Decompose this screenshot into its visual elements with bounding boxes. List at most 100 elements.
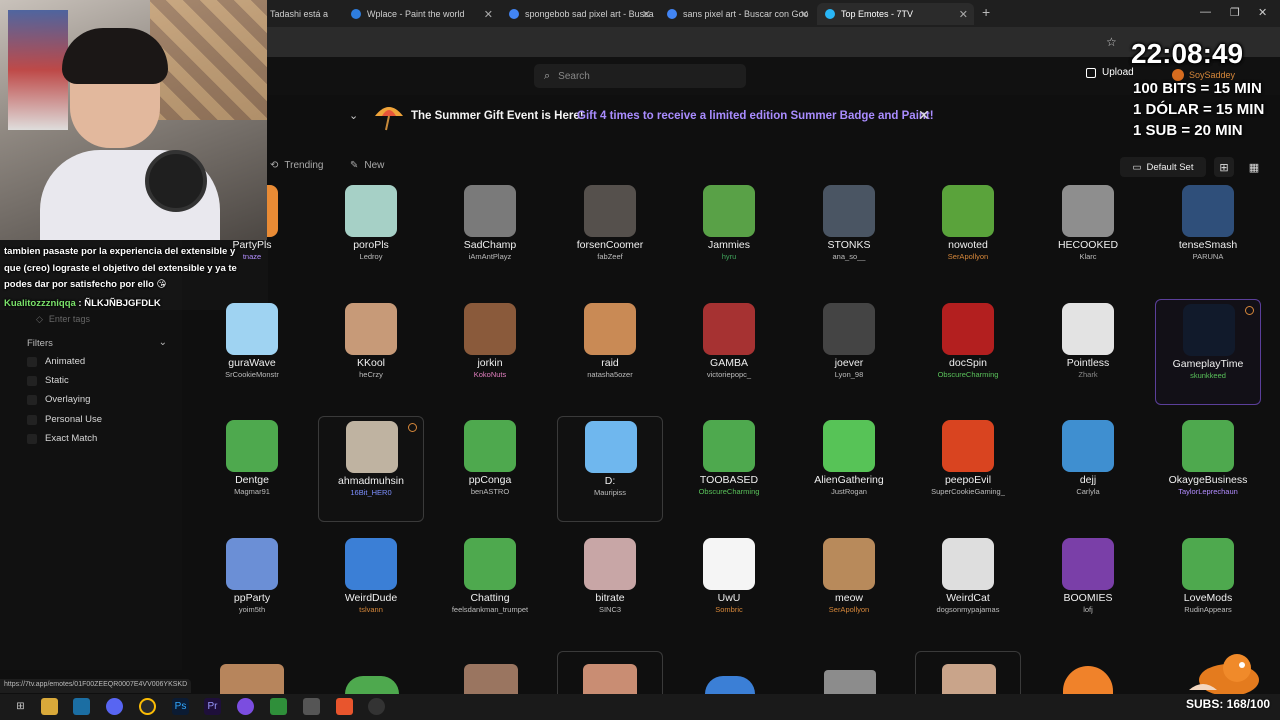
emote-card[interactable]: STONKS ana_so__ — [796, 181, 902, 287]
emote-card[interactable]: WeirdCat dogsonmypajamas — [915, 534, 1021, 640]
checkbox[interactable] — [27, 414, 37, 425]
emote-card[interactable]: Pointless Zhark — [1035, 299, 1141, 405]
emote-owner[interactable]: natasha5ozer — [557, 370, 663, 379]
emote-card[interactable]: LoveMods RudinAppears — [1155, 534, 1261, 640]
emote-card[interactable]: jorkin KokoNuts — [437, 299, 543, 405]
minimize-icon[interactable]: — — [1200, 6, 1211, 18]
emote-card[interactable]: raid natasha5ozer — [557, 299, 663, 405]
browser-tab[interactable]: spongebob sad pixel art - Busca ✕ — [501, 3, 657, 25]
grid-view-button[interactable]: ⊞ — [1214, 157, 1234, 177]
emote-owner[interactable]: KokoNuts — [437, 370, 543, 379]
emote-card[interactable]: poroPls Ledroy — [318, 181, 424, 287]
emote-card[interactable]: KKool heCrzy — [318, 299, 424, 405]
emote-image[interactable] — [464, 664, 518, 694]
new-button[interactable]: ✎ New — [350, 160, 384, 171]
emote-card[interactable]: nowoted SerApollyon — [915, 181, 1021, 287]
emote-card[interactable]: guraWave SrCookieMonstr — [199, 299, 305, 405]
emote-owner[interactable]: fabZeef — [557, 252, 663, 261]
emote-owner[interactable]: ana_so__ — [796, 252, 902, 261]
emote-owner[interactable]: tslvann — [318, 605, 424, 614]
emote-card[interactable]: WeirdDude tslvann — [318, 534, 424, 640]
discord-icon[interactable] — [106, 698, 123, 715]
folder-icon[interactable] — [41, 698, 58, 715]
close-icon[interactable]: ✕ — [484, 8, 493, 21]
default-set-button[interactable]: ▭ Default Set — [1120, 157, 1206, 177]
checkbox[interactable] — [27, 356, 37, 367]
photoshop-icon[interactable]: Ps — [172, 698, 189, 715]
emote-card[interactable]: Dentge Magmar91 — [199, 416, 305, 522]
new-tab-icon[interactable]: + — [982, 4, 990, 20]
emote-card[interactable]: joever Lyon_98 — [796, 299, 902, 405]
emote-card[interactable]: tenseSmash PARUNA — [1155, 181, 1261, 287]
emote-owner[interactable]: victoriepopc_ — [676, 370, 782, 379]
emote-owner[interactable]: SINC3 — [557, 605, 663, 614]
emote-owner[interactable]: iAmAntPlayz — [437, 252, 543, 261]
checkbox[interactable] — [27, 433, 37, 444]
filter-static[interactable]: Static — [27, 375, 69, 386]
premiere-icon[interactable]: Pr — [204, 698, 221, 715]
emote-owner[interactable]: Mauripiss — [558, 488, 662, 497]
emote-owner[interactable]: Sombric — [676, 605, 782, 614]
emote-card[interactable]: ahmadmuhsin 16Bit_HER0 — [318, 416, 424, 522]
emote-card[interactable]: meow SerApollyon — [796, 534, 902, 640]
emote-owner[interactable]: JustRogan — [796, 487, 902, 496]
emote-image[interactable] — [942, 664, 996, 694]
upload-button[interactable]: Upload — [1086, 67, 1134, 78]
filter-personal-use[interactable]: Personal Use — [27, 414, 102, 425]
close-icon[interactable]: ✕ — [959, 8, 968, 21]
emote-card[interactable]: GAMBA victoriepopc_ — [676, 299, 782, 405]
chrome-icon[interactable] — [139, 698, 156, 715]
steam-icon[interactable] — [73, 698, 90, 715]
emote-owner[interactable]: dogsonmypajamas — [915, 605, 1021, 614]
emote-owner[interactable]: ObscureCharming — [915, 370, 1021, 379]
browser-tab-active[interactable]: Top Emotes - 7TV ✕ — [817, 3, 974, 25]
emote-image[interactable] — [345, 676, 399, 694]
emote-image[interactable] — [1063, 666, 1113, 694]
emote-image[interactable] — [705, 676, 755, 694]
browser-tab[interactable]: sans pixel art - Buscar con Goo ✕ — [659, 3, 815, 25]
emote-card[interactable]: AlienGathering JustRogan — [796, 416, 902, 522]
emote-card[interactable]: Jammies hyru — [676, 181, 782, 287]
brave-icon[interactable] — [336, 698, 353, 715]
tags-input[interactable]: ◇ Enter tags — [28, 310, 168, 328]
close-window-icon[interactable]: ✕ — [1258, 6, 1267, 19]
emote-image[interactable] — [583, 664, 637, 694]
emote-card[interactable]: Chatting feelsdankman_trumpet — [437, 534, 543, 640]
banner-link[interactable]: Gift 4 times to receive a limited editio… — [577, 110, 934, 122]
emote-owner[interactable]: TaylorLeprechaun — [1155, 487, 1261, 496]
app-icon[interactable] — [303, 698, 320, 715]
emote-card[interactable]: BOOMIES lofj — [1035, 534, 1141, 640]
emote-owner[interactable]: RudinAppears — [1155, 605, 1261, 614]
emote-card[interactable]: bitrate SINC3 — [557, 534, 663, 640]
emote-owner[interactable]: SuperCookieGaming_ — [915, 487, 1021, 496]
close-icon[interactable]: ✕ — [800, 8, 809, 21]
emote-card[interactable]: GameplayTime skunkkeed — [1155, 299, 1261, 405]
emote-owner[interactable]: SerApollyon — [796, 605, 902, 614]
trending-button[interactable]: ⟲ Trending — [270, 160, 324, 171]
emote-owner[interactable]: SerApollyon — [915, 252, 1021, 261]
browser-tab[interactable]: Wplace - Paint the world ✕ — [343, 3, 499, 25]
filter-overlaying[interactable]: Overlaying — [27, 394, 90, 405]
emote-card[interactable]: ppConga benASTRO — [437, 416, 543, 522]
emote-owner[interactable]: skunkkeed — [1156, 371, 1260, 380]
checkbox[interactable] — [27, 394, 37, 405]
app-icon[interactable] — [237, 698, 254, 715]
star-icon[interactable]: ☆ — [1106, 35, 1117, 49]
close-icon[interactable]: ✕ — [642, 8, 651, 21]
filter-animated[interactable]: Animated — [27, 356, 85, 367]
emote-card[interactable]: peepoEvil SuperCookieGaming_ — [915, 416, 1021, 522]
restore-icon[interactable]: ❐ — [1230, 6, 1240, 19]
emote-owner[interactable]: Carlyla — [1035, 487, 1141, 496]
checkbox[interactable] — [27, 375, 37, 386]
compact-view-button[interactable]: ▦ — [1244, 157, 1264, 177]
obs-icon[interactable] — [368, 698, 385, 715]
emote-card[interactable]: ppParty yoim5th — [199, 534, 305, 640]
close-icon[interactable]: ✕ — [918, 107, 930, 124]
emote-card[interactable]: TOOBASED ObscureCharming — [676, 416, 782, 522]
emote-owner[interactable]: PARUNA — [1155, 252, 1261, 261]
emote-owner[interactable]: Zhark — [1035, 370, 1141, 379]
emote-owner[interactable]: feelsdankman_trumpet — [437, 605, 543, 614]
filters-header[interactable]: Filters ⌄ — [27, 337, 167, 349]
emote-card[interactable]: forsenCoomer fabZeef — [557, 181, 663, 287]
emote-owner[interactable]: heCrzy — [318, 370, 424, 379]
